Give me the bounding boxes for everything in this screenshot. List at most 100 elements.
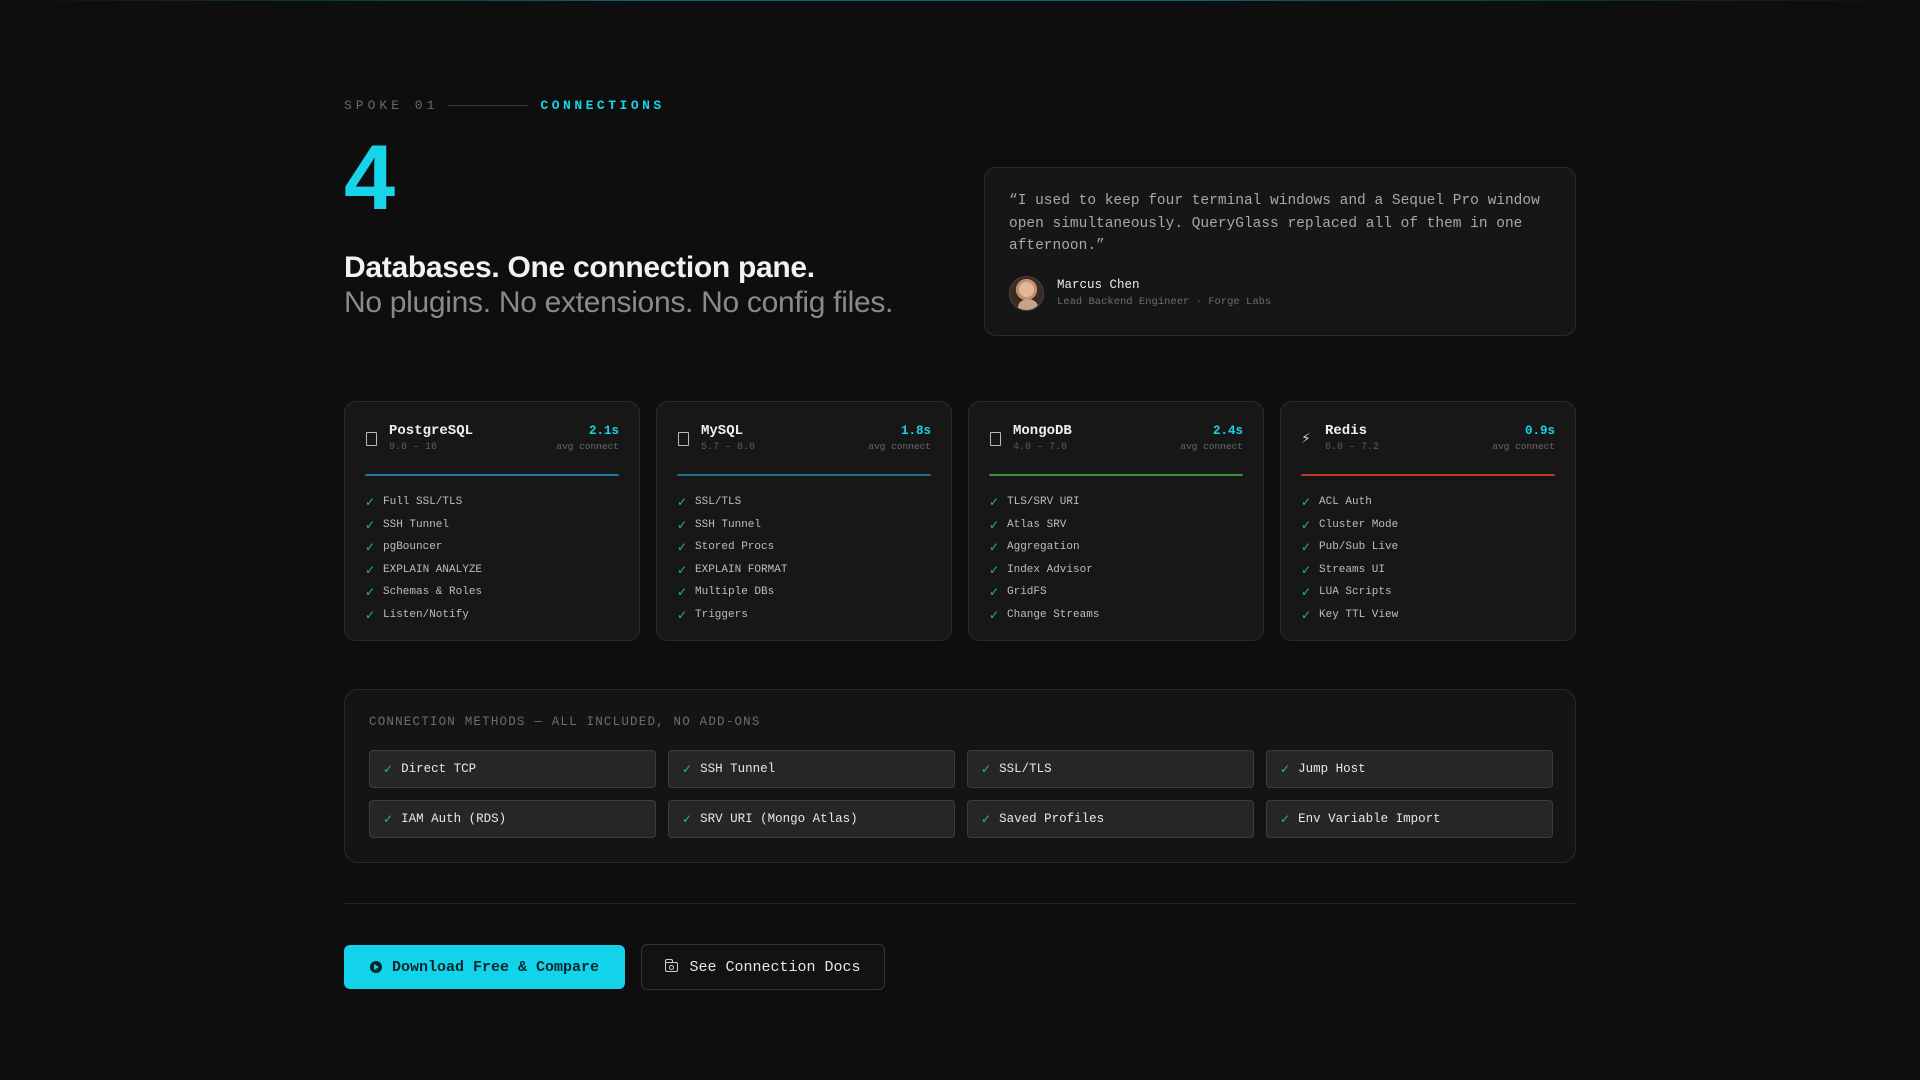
accent-divider [365, 474, 619, 476]
avg-connect-time: 2.1s [588, 424, 619, 438]
method-pill: ✓ Env Variable Import [1266, 800, 1553, 838]
author-name: Marcus Chen [1057, 278, 1140, 292]
avg-connect-label: avg connect [868, 441, 931, 452]
feature-item: ✓ SSH Tunnel [365, 514, 482, 537]
check-icon: ✓ [677, 562, 688, 577]
testimonial-quote: “I used to keep four terminal windows an… [1009, 193, 1540, 254]
check-icon: ✓ [1301, 607, 1312, 622]
feature-list: ✓ ACL Auth ✓ Cluster Mode ✓ Pub/Sub Live ✓ S… [1301, 491, 1398, 627]
method-pill: ✓ SRV URI (Mongo Atlas) [668, 800, 955, 838]
section-label: CONNECTIONS [540, 97, 665, 113]
check-icon: ✓ [981, 762, 992, 776]
database-icon [366, 432, 377, 446]
check-icon: ✓ [383, 762, 394, 776]
feature-item: ✓ Triggers [677, 604, 787, 627]
check-icon: ✓ [1301, 517, 1312, 532]
check-icon: ✓ [365, 562, 376, 577]
db-card-redis: ⚡ Redis 6.0 – 7.2 0.9s avg connect ✓ ACL … [1280, 401, 1576, 641]
avg-connect-time: 1.8s [900, 424, 931, 438]
avg-connect-label: avg connect [556, 441, 619, 452]
feature-item: ✓ LUA Scripts [1301, 581, 1398, 604]
check-icon: ✓ [989, 607, 1000, 622]
feature-list: ✓ SSL/TLS ✓ SSH Tunnel ✓ Stored Procs ✓ EXPL… [677, 491, 787, 627]
db-card-postgresql: PostgreSQL 9.6 – 16 2.1s avg connect ✓ Fu… [344, 401, 640, 641]
check-icon: ✓ [365, 517, 376, 532]
feature-item: ✓ Multiple DBs [677, 581, 787, 604]
check-icon: ✓ [682, 812, 693, 826]
method-pill: ✓ SSH Tunnel [668, 750, 955, 788]
feature-item: ✓ Streams UI [1301, 559, 1398, 582]
check-icon: ✓ [1301, 540, 1312, 555]
accent-divider [1301, 474, 1555, 476]
download-button-label: Download Free & Compare [391, 958, 600, 976]
eyebrow-divider [448, 104, 529, 106]
avg-connect-label: avg connect [1492, 441, 1555, 452]
feature-item: ✓ Full SSL/TLS [365, 491, 482, 514]
method-pill: ✓ Jump Host [1266, 750, 1553, 788]
check-icon: ✓ [677, 585, 688, 600]
method-pill: ✓ IAM Auth (RDS) [369, 800, 656, 838]
check-icon: ✓ [365, 607, 376, 622]
db-name: MongoDB [1013, 423, 1072, 439]
feature-item: ✓ Stored Procs [677, 536, 787, 559]
avg-connect-time: 2.4s [1212, 424, 1243, 438]
db-versions: 4.0 – 7.0 [1013, 442, 1068, 453]
lightning-icon: ⚡ [1301, 431, 1311, 447]
feature-list: ✓ TLS/SRV URI ✓ Atlas SRV ✓ Aggregation ✓ In… [989, 491, 1099, 627]
feature-item: ✓ Schemas & Roles [365, 581, 482, 604]
db-versions: 6.0 – 7.2 [1325, 442, 1380, 453]
feature-item: ✓ GridFS [989, 581, 1099, 604]
check-icon: ✓ [1301, 585, 1312, 600]
feature-item: ✓ pgBouncer [365, 536, 482, 559]
check-icon: ✓ [1301, 562, 1312, 577]
database-count: 4 [344, 127, 396, 229]
feature-item: ✓ ACL Auth [1301, 491, 1398, 514]
feature-item: ✓ Index Advisor [989, 559, 1099, 582]
folder-icon [665, 959, 679, 972]
check-icon: ✓ [989, 540, 1000, 555]
check-icon: ✓ [365, 495, 376, 509]
download-button[interactable]: Download Free & Compare [344, 945, 625, 989]
avg-connect-label: avg connect [1180, 441, 1243, 452]
feature-item: ✓ Atlas SRV [989, 514, 1099, 537]
author-role: Lead Backend Engineer · Forge Labs [1057, 296, 1272, 308]
feature-item: ✓ EXPLAIN FORMAT [677, 559, 787, 582]
database-icon [678, 432, 689, 446]
testimonial-author: Marcus Chen Lead Backend Engineer · Forg… [1009, 276, 1271, 311]
db-card-mysql: MySQL 5.7 – 8.0 1.8s avg connect ✓ SSL/TL… [656, 401, 952, 641]
subline: No plugins. No extensions. No config fil… [344, 286, 894, 319]
testimonial-card: “I used to keep four terminal windows an… [984, 167, 1576, 336]
check-icon: ✓ [989, 585, 1000, 600]
db-card-mongodb: MongoDB 4.0 – 7.0 2.4s avg connect ✓ TLS/… [968, 401, 1264, 641]
database-cards: PostgreSQL 9.6 – 16 2.1s avg connect ✓ Fu… [344, 401, 1576, 641]
db-versions: 9.6 – 16 [389, 442, 438, 453]
method-pill: ✓ SSL/TLS [967, 750, 1254, 788]
connection-docs-label: See Connection Docs [689, 958, 861, 976]
feature-item: ✓ TLS/SRV URI [989, 491, 1099, 514]
feature-item: ✓ Cluster Mode [1301, 514, 1398, 537]
feature-item: ✓ EXPLAIN ANALYZE [365, 559, 482, 582]
avatar [1009, 276, 1044, 311]
check-icon: ✓ [989, 562, 1000, 577]
db-name: Redis [1325, 423, 1368, 439]
feature-item: ✓ SSL/TLS [677, 491, 787, 514]
database-icon [990, 432, 1001, 446]
avg-connect-time: 0.9s [1524, 424, 1555, 438]
check-icon: ✓ [682, 762, 693, 776]
db-name: MySQL [701, 423, 744, 439]
check-icon: ✓ [365, 540, 376, 555]
spoke-label: SPOKE 01 [344, 97, 439, 113]
author-info: Marcus Chen Lead Backend Engineer · Forg… [1057, 277, 1271, 310]
check-icon: ✓ [1280, 762, 1291, 776]
connection-methods-panel: CONNECTION METHODS — ALL INCLUDED, NO AD… [344, 689, 1576, 863]
check-icon: ✓ [1280, 812, 1291, 826]
check-icon: ✓ [981, 812, 992, 826]
methods-title: CONNECTION METHODS — ALL INCLUDED, NO AD… [369, 715, 761, 729]
accent-divider [989, 474, 1243, 476]
check-icon: ✓ [383, 812, 394, 826]
check-icon: ✓ [677, 540, 688, 555]
connection-docs-button[interactable]: See Connection Docs [641, 944, 885, 990]
check-icon: ✓ [365, 585, 376, 600]
feature-item: ✓ SSH Tunnel [677, 514, 787, 537]
check-icon: ✓ [1301, 495, 1312, 509]
